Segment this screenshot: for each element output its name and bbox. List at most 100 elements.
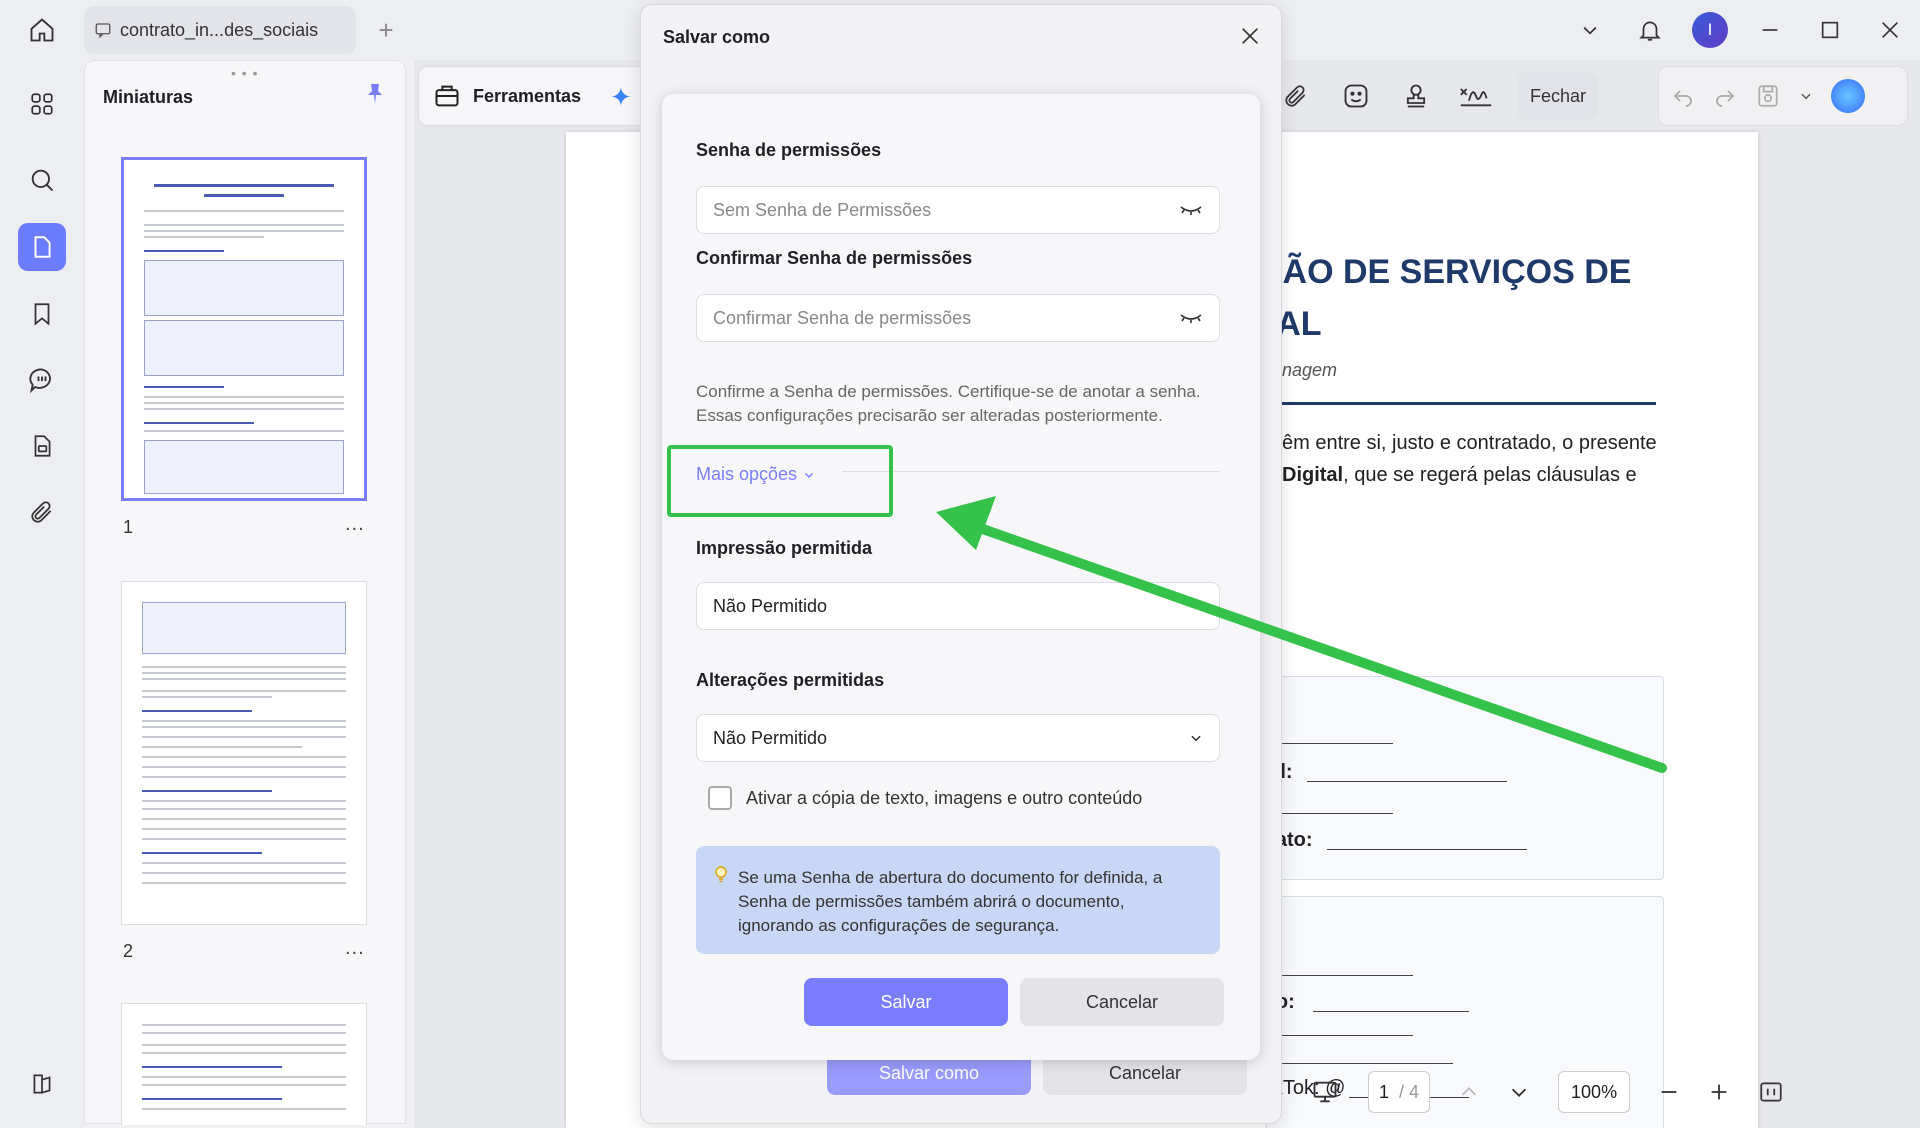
page-navigation-bar: 1 / 4 100% [1254, 1064, 1914, 1120]
rail-attachments-button[interactable] [18, 488, 66, 536]
paperclip-icon [1285, 85, 1306, 107]
bookmark-icon [34, 303, 50, 326]
eye-closed-icon[interactable] [1179, 310, 1203, 326]
permissions-panel: Senha de permissões Sem Senha de Permiss… [662, 94, 1260, 1060]
rail-thumbnails-button[interactable] [18, 223, 66, 271]
permissions-password-field[interactable]: Sem Senha de Permissões [696, 186, 1220, 234]
printing-allowed-value: Não Permitido [713, 595, 828, 616]
history-toolbar [1658, 66, 1908, 126]
pin-icon [368, 84, 382, 104]
paperclip-icon [31, 501, 52, 523]
total-pages: / 4 [1399, 1081, 1420, 1102]
maximize-button[interactable] [1800, 0, 1860, 60]
doc-paragraph-line-2: Digital, que se regerá pelas cláusulas e [1282, 464, 1637, 486]
panel-grip-icon[interactable]: • • • [231, 65, 258, 81]
page-2-more-button[interactable]: ... [345, 937, 365, 960]
page-thumbnail-2[interactable] [121, 581, 367, 925]
enable-copy-label: Ativar a cópia de texto, imagens e outro… [746, 787, 1143, 808]
comment-icon [95, 23, 111, 39]
confirm-password-field[interactable]: Confirmar Senha de permissões [696, 294, 1220, 342]
rail-apps-button[interactable] [18, 80, 66, 128]
chevron-down-icon [1583, 26, 1597, 35]
cancel-button[interactable]: Cancelar [1020, 978, 1224, 1026]
chevron-down-icon[interactable] [1799, 89, 1813, 103]
close-icon [1882, 22, 1898, 38]
dialog-close-button[interactable] [1233, 19, 1267, 53]
zoom-level[interactable]: 100% [1558, 1071, 1631, 1113]
window-close-button[interactable] [1860, 0, 1920, 60]
dialog-title: Salvar como [663, 27, 771, 47]
document-tab[interactable]: contrato_in...des_sociais [84, 6, 356, 54]
enable-copy-checkbox[interactable] [708, 786, 732, 810]
changes-allowed-label: Alterações permitidas [696, 670, 885, 690]
sticker-tool[interactable] [1338, 78, 1374, 114]
left-rail [0, 60, 84, 1128]
close-tools-button[interactable]: Fechar [1518, 72, 1599, 120]
page-indicator[interactable]: 1 / 4 [1368, 1071, 1431, 1113]
notifications-button[interactable] [1620, 0, 1680, 60]
page-icon [34, 236, 51, 258]
chevron-down-icon [1191, 735, 1201, 742]
confirm-password-label: Confirmar Senha de permissões [696, 248, 973, 268]
chevron-up-icon[interactable] [1458, 1081, 1480, 1103]
close-icon [1242, 28, 1258, 44]
avatar: I [1692, 12, 1728, 48]
search-icon [31, 169, 54, 192]
undo-icon[interactable] [1671, 84, 1695, 108]
rail-forms-button[interactable] [18, 422, 66, 470]
doc-party-box-1: ual: ntato: [1257, 676, 1664, 880]
annotation-highlight-box [667, 445, 893, 517]
zoom-in-icon[interactable] [1708, 1081, 1730, 1103]
doc-subtitle: nagem [1282, 360, 1338, 380]
doc-divider [1278, 402, 1656, 405]
chevron-down-icon[interactable] [1508, 1081, 1530, 1103]
page-thumbnail-1[interactable] [121, 157, 367, 501]
info-text: Se uma Senha de abertura do documento fo… [738, 868, 1163, 935]
permissions-password-placeholder: Sem Senha de Permissões [713, 199, 932, 220]
rail-search-button[interactable] [18, 156, 66, 204]
permissions-password-label: Senha de permissões [696, 140, 882, 160]
sticker-icon [1344, 84, 1368, 108]
rail-bookmarks-button[interactable] [18, 290, 66, 338]
theme-icon [33, 1074, 51, 1094]
info-banner: Se uma Senha de abertura do documento fo… [696, 846, 1220, 954]
pin-button[interactable] [363, 81, 387, 112]
window-controls: I [1560, 0, 1920, 60]
home-button[interactable] [24, 12, 60, 48]
thumbnails-panel: • • • Miniaturas 1 ... 2 ... [84, 60, 406, 1125]
attach-tool[interactable] [1278, 78, 1314, 114]
minimize-button[interactable] [1740, 0, 1800, 60]
current-page[interactable]: 1 [1379, 1082, 1389, 1103]
ai-assistant-icon[interactable] [1831, 79, 1865, 113]
stamp-tool[interactable] [1398, 78, 1434, 114]
changes-allowed-select[interactable]: Não Permitido [696, 714, 1220, 762]
doc-title: ÇÃO DE SERVIÇOS DE TAL [1258, 253, 1632, 343]
page-thumbnail-3[interactable] [121, 1003, 367, 1125]
zoom-out-icon[interactable] [1658, 1081, 1680, 1103]
changes-allowed-value: Não Permitido [713, 727, 828, 748]
redo-icon[interactable] [1713, 84, 1737, 108]
presentation-icon[interactable] [1310, 1078, 1340, 1106]
save-icon[interactable] [1755, 83, 1781, 109]
stamp-icon [1406, 84, 1426, 108]
rail-theme-button[interactable] [18, 1060, 66, 1108]
toolbox-icon [435, 85, 459, 107]
tabs-dropdown-button[interactable] [1560, 0, 1620, 60]
page-number-1: 1 [123, 517, 134, 537]
page-1-more-button[interactable]: ... [345, 513, 365, 536]
rail-comments-button[interactable] [18, 356, 66, 404]
grid-icon [31, 93, 53, 115]
lightbulb-icon [714, 866, 728, 891]
user-account-button[interactable]: I [1680, 0, 1740, 60]
printing-allowed-select[interactable]: Não Permitido [696, 582, 1220, 630]
document-tab-title: contrato_in...des_sociais [120, 19, 319, 40]
save-button[interactable]: Salvar [804, 978, 1008, 1026]
enable-copy-option[interactable]: Ativar a cópia de texto, imagens e outro… [708, 786, 1142, 810]
bell-icon [1639, 21, 1661, 41]
new-tab-button[interactable]: + [372, 15, 400, 45]
signature-tool[interactable] [1458, 78, 1494, 114]
fit-page-icon[interactable] [1758, 1079, 1784, 1105]
eye-closed-icon[interactable] [1179, 202, 1203, 218]
signature-icon [1460, 88, 1492, 107]
ai-sparkle-icon[interactable]: ✦ [610, 82, 632, 113]
